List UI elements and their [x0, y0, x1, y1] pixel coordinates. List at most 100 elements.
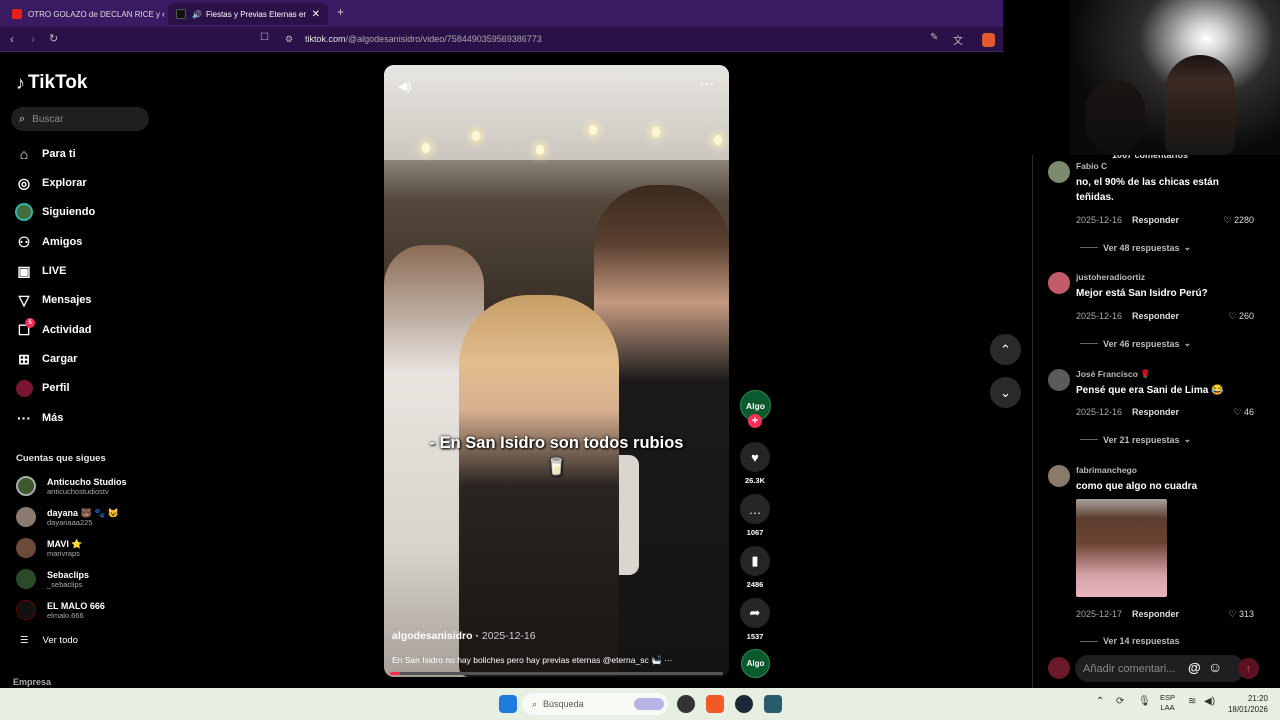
nav-amigos[interactable]: ⚇ Amigos [15, 233, 83, 251]
reply-button[interactable]: Responder [1132, 311, 1179, 321]
comment-like[interactable]: ♡ 46 [1233, 407, 1254, 418]
post-comment-button[interactable]: ↑ [1238, 658, 1259, 679]
view-replies[interactable]: Ver 46 respuestas ⌄ [1080, 338, 1191, 349]
input-language[interactable]: ESP LAA [1160, 693, 1175, 713]
view-replies[interactable]: Ver 48 respuestas ⌄ [1080, 242, 1191, 253]
see-all-link[interactable]: ☰ Ver todo [20, 635, 78, 646]
next-video-button[interactable]: ⌄ [990, 377, 1021, 408]
nav-live[interactable]: ▣ LIVE [15, 262, 66, 280]
follow-button[interactable]: + [748, 414, 762, 428]
microphone-icon[interactable]: 🎙 [1138, 696, 1151, 707]
following-account[interactable]: Sebaclips _sebaclips [16, 569, 89, 589]
avatar[interactable] [1048, 465, 1070, 487]
nav-label: Actividad [42, 324, 92, 336]
share-button[interactable]: ➦ 1537 [740, 598, 770, 641]
comment-like[interactable]: ♡ 2280 [1223, 215, 1254, 226]
brave-shield-icon[interactable] [982, 33, 995, 47]
comment-user[interactable]: justoheradioortiz [1076, 272, 1145, 282]
video-progress-bar[interactable] [390, 672, 723, 675]
nav-explorar[interactable]: ◎ Explorar [15, 174, 87, 192]
tab-title: OTRO GOLAZO de DECLAN RICE y el [28, 9, 164, 19]
nav-cargar[interactable]: ⊞ Cargar [15, 350, 77, 368]
comment-item: fabrimanchego como que algo no cuadra 20… [1048, 465, 1258, 650]
reload-icon[interactable]: ↻ [49, 32, 58, 45]
view-replies[interactable]: Ver 14 respuestas [1080, 637, 1180, 645]
bookmark-icon[interactable]: ☐ [260, 32, 269, 43]
clock[interactable]: 21:20 18/01/2026 [1224, 693, 1268, 715]
translate-icon[interactable]: 文 [953, 32, 963, 47]
reply-button[interactable]: Responder [1132, 215, 1179, 225]
comment-item: Fabio C no, el 90% de las chicas están t… [1048, 161, 1258, 256]
avatar[interactable] [1048, 272, 1070, 294]
divider [1080, 439, 1098, 440]
volume-icon[interactable]: ◀) [398, 79, 411, 93]
video-description: En San Isidro no hay boliches pero hay p… [392, 655, 673, 665]
nav-para-ti[interactable]: ⌂ Para ti [15, 145, 76, 163]
obs-icon[interactable] [677, 695, 695, 713]
music-disc[interactable]: Algo [741, 649, 770, 678]
comment-user[interactable]: fabrimanchego [1076, 465, 1137, 475]
comment-user[interactable]: Fabio C [1076, 161, 1107, 171]
tiktok-note-icon: ♪ [16, 72, 25, 93]
avatar[interactable] [1048, 369, 1070, 391]
string-light [652, 127, 660, 137]
taskbar-search[interactable]: ⌕ Búsqueda [522, 693, 668, 715]
tab-tiktok[interactable]: 🔊 Fiestas y Previas Eternas en S ✕ [168, 3, 328, 25]
comment-button[interactable]: … 1067 [740, 494, 770, 537]
following-account[interactable]: dayana 🐻 🐾 😺 dayanaaa225 [16, 507, 119, 527]
tiktok-logo[interactable]: ♪ TikTok [16, 72, 87, 94]
site-settings-icon[interactable]: ⚙ [285, 34, 293, 45]
windows-taskbar: ⌕ Búsqueda ⌃ ⟳ 🎙 ESP LAA ≋ ◀) 21:20 18/01/… [0, 688, 1280, 720]
view-replies[interactable]: Ver 21 respuestas ⌄ [1080, 434, 1191, 445]
nav-actividad[interactable]: ☐ 5 Actividad [15, 318, 92, 339]
chevron-down-icon: ⌄ [1183, 242, 1192, 252]
view-replies-label: Ver 14 respuestas [1103, 637, 1180, 645]
video-author[interactable]: algodesanisidro · 2025-12-16 [392, 630, 536, 642]
following-account[interactable]: EL MALO 666 elmalo.666 [16, 600, 105, 620]
nav-siguiendo[interactable]: Siguiendo [15, 203, 95, 221]
search-input[interactable]: ⌕ Buscar [11, 107, 149, 131]
brave-icon[interactable] [706, 695, 724, 713]
nav-mas[interactable]: ··· Más [15, 409, 63, 427]
close-icon[interactable]: ✕ [312, 9, 320, 20]
windows-start-icon[interactable] [499, 695, 517, 713]
comment-user[interactable]: José Francisco 🌹 [1076, 369, 1151, 380]
video-scene-person [459, 295, 619, 677]
footer-company[interactable]: Empresa [13, 677, 51, 687]
chevron-up-icon[interactable]: ⌃ [1096, 696, 1104, 707]
like-button[interactable]: ♥ 26.3K [740, 442, 770, 485]
previous-video-button[interactable]: ⌃ [990, 334, 1021, 365]
video-player[interactable]: ◀) ··· - En San Isidro son todos rubios … [384, 65, 729, 677]
sync-icon[interactable]: ⟳ [1116, 696, 1124, 707]
app-icon[interactable] [764, 695, 782, 713]
reply-button[interactable]: Responder [1132, 609, 1179, 619]
comment-like[interactable]: ♡ 313 [1228, 609, 1254, 620]
reply-button[interactable]: Responder [1132, 407, 1179, 417]
steam-icon[interactable] [735, 695, 753, 713]
comment-image[interactable] [1076, 499, 1167, 597]
following-account[interactable]: Anticucho Studios anticuchostudiostv [16, 476, 127, 496]
comment-text: Pensé que era Sani de Lima 😂 [1076, 385, 1224, 396]
mention-icon[interactable]: @ [1188, 660, 1201, 675]
address-bar: ‹ › ↻ ☐ ⚙ tiktok.com/@algodesanisidro/vi… [0, 27, 1003, 52]
panel-divider [1032, 155, 1033, 688]
following-account[interactable]: MAVI ⭐ marivraps [16, 538, 83, 558]
save-button[interactable]: ▮ 2486 [740, 546, 770, 589]
emoji-icon[interactable]: ☺ [1208, 659, 1222, 675]
comment-meta: 2025-12-16 Responder [1076, 407, 1179, 417]
wifi-icon[interactable]: ≋ [1188, 696, 1196, 707]
nav-mensajes[interactable]: ▽ Mensajes [15, 291, 92, 309]
more-options-icon[interactable]: ··· [700, 77, 715, 91]
tab-youtube[interactable]: OTRO GOLAZO de DECLAN RICE y el [4, 3, 164, 25]
avatar[interactable] [1048, 161, 1070, 183]
comment-like[interactable]: ♡ 260 [1228, 311, 1254, 322]
forward-icon[interactable]: › [31, 32, 35, 46]
heart-outline-icon: ♡ [1223, 215, 1234, 225]
nav-perfil[interactable]: Perfil [15, 379, 70, 397]
reader-mode-icon[interactable]: ✎ [930, 32, 938, 43]
nav-label: Para ti [42, 148, 76, 160]
new-tab-button[interactable]: + [337, 5, 344, 19]
volume-icon[interactable]: ◀) [1204, 696, 1215, 707]
url-field[interactable]: tiktok.com/@algodesanisidro/video/758449… [305, 34, 542, 44]
back-icon[interactable]: ‹ [10, 32, 14, 46]
